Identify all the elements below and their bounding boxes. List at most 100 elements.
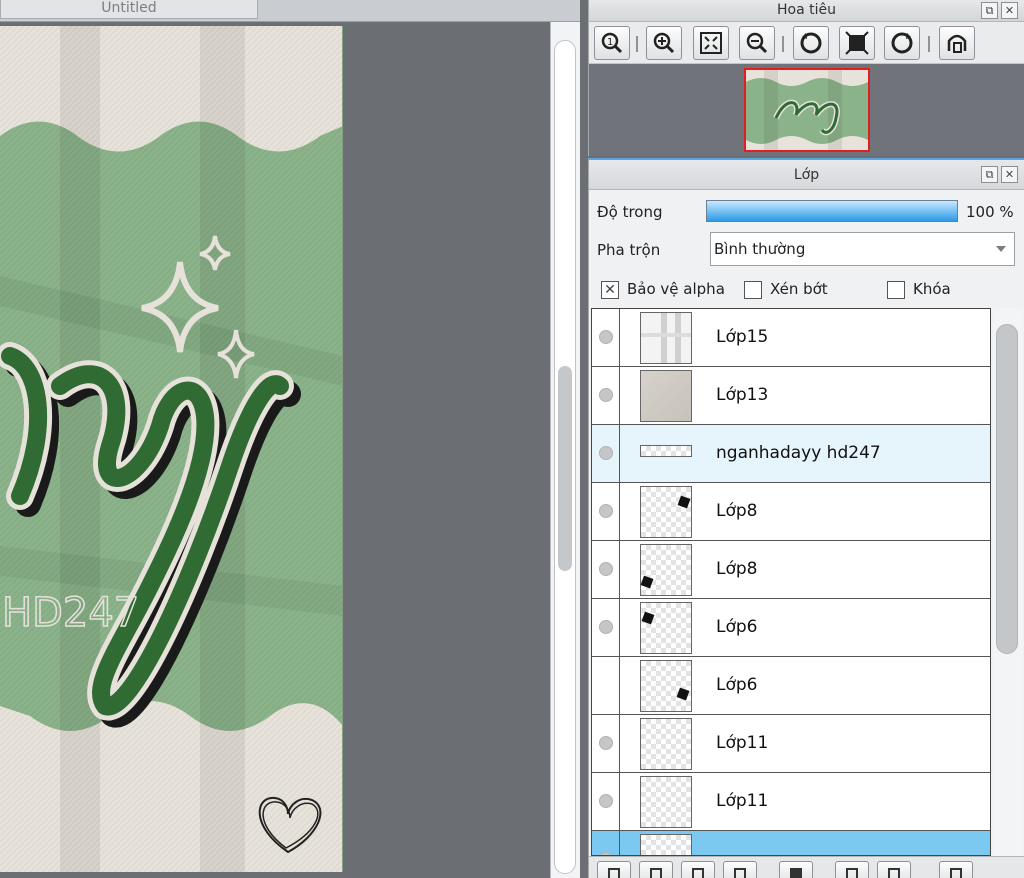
navigator-thumbnail[interactable]	[744, 68, 870, 152]
blend-mode-label: Pha trộn	[597, 241, 661, 259]
merge-layer-button[interactable]	[877, 861, 911, 878]
layer-row[interactable]: Lớp6	[592, 599, 990, 657]
rotate-left-button[interactable]	[793, 26, 829, 60]
layer-thumbnail	[640, 312, 692, 364]
layer-name: Lớp11	[716, 733, 769, 753]
layer-row[interactable]: Lớp11	[592, 715, 990, 773]
layer-thumbnail	[640, 602, 692, 654]
new-layer-icon	[608, 868, 620, 878]
visibility-eye-icon[interactable]	[599, 794, 613, 808]
duplicate-layer-button[interactable]	[835, 861, 869, 878]
opacity-slider[interactable]	[706, 200, 958, 222]
new-folder-button[interactable]	[779, 861, 813, 878]
chevron-down-icon	[996, 246, 1006, 252]
lock-label: Khóa	[913, 280, 951, 298]
layer-row[interactable]: Lớp15	[592, 309, 990, 367]
panel-detach-icon[interactable]: ⧉	[981, 2, 998, 19]
navigator-title: Hoa tiêu	[589, 0, 1024, 22]
layer-row[interactable]: Lớp8	[592, 541, 990, 599]
zoom-in-icon	[653, 32, 675, 54]
visibility-eye-icon[interactable]	[599, 330, 613, 344]
toolbar-separator	[928, 36, 930, 52]
row-divider	[619, 425, 620, 483]
canvas-scroll-track[interactable]	[554, 40, 576, 874]
layer-name: Lớp11	[716, 791, 769, 811]
blend-mode-select[interactable]: Bình thường	[710, 232, 1015, 266]
document-tab-bar: Untitled	[0, 0, 580, 22]
fit-canvas-button[interactable]	[839, 26, 875, 60]
zoom-in-button[interactable]	[646, 26, 682, 60]
row-divider	[619, 367, 620, 425]
protect-alpha-label: Bảo vệ alpha	[627, 280, 725, 298]
visibility-eye-icon[interactable]	[599, 562, 613, 576]
layer-list-scroll-thumb[interactable]	[996, 324, 1018, 654]
layer-name: Lớp8	[716, 501, 758, 521]
trash-icon	[950, 868, 962, 878]
rotate-right-button[interactable]	[884, 26, 920, 60]
navigator-panel: Hoa tiêu ⧉ ✕ 1	[588, 0, 1024, 156]
new-halftone-layer-button[interactable]	[681, 861, 715, 878]
actual-size-button[interactable]: 1	[594, 26, 630, 60]
row-divider	[619, 483, 620, 541]
rotate-left-icon	[800, 32, 822, 54]
panel-close-icon[interactable]: ✕	[1001, 166, 1018, 183]
opacity-value: 100 %	[966, 203, 1014, 221]
layer-thumbnail	[640, 486, 692, 538]
new-1bit-layer-button[interactable]	[723, 861, 757, 878]
visibility-eye-icon[interactable]	[599, 388, 613, 402]
visibility-eye-icon[interactable]	[599, 620, 613, 634]
layer-row[interactable]: Lớp11	[592, 773, 990, 831]
visibility-eye-icon[interactable]	[599, 504, 613, 518]
row-divider	[619, 773, 620, 831]
row-divider	[619, 309, 620, 367]
layer-thumbnail	[640, 660, 692, 712]
toolbar-separator	[636, 36, 638, 52]
layers-title: Lớp	[589, 160, 1024, 190]
opacity-label: Độ trong	[597, 203, 663, 221]
row-divider	[619, 599, 620, 657]
layer-row[interactable]: Lớp8	[592, 483, 990, 541]
layer-row-active[interactable]	[592, 831, 990, 855]
lock-checkbox[interactable]	[887, 281, 905, 299]
layer-name: Lớp13	[716, 385, 769, 405]
1bit-layer-icon	[734, 868, 746, 878]
rotate-right-icon	[891, 32, 913, 54]
protect-alpha-checkbox[interactable]: ✕	[601, 281, 619, 299]
blend-mode-value: Bình thường	[714, 240, 806, 258]
visibility-eye-icon[interactable]	[599, 736, 613, 750]
folder-icon	[790, 868, 802, 878]
layer-name: Lớp8	[716, 559, 758, 579]
delete-layer-button[interactable]	[939, 861, 973, 878]
canvas-scroll-thumb[interactable]	[558, 366, 572, 571]
svg-text:1: 1	[607, 37, 613, 48]
artwork-illustration: HD247	[0, 26, 342, 872]
fit-window-icon	[700, 32, 722, 54]
layer-list-scrollbar[interactable]	[993, 308, 1023, 856]
layer-thumbnail	[640, 445, 692, 457]
new-vector-layer-button[interactable]	[639, 861, 673, 878]
layer-thumbnail	[640, 544, 692, 596]
app-window: Untitled HD247 Hoa tiêu ⧉ ✕ 1 Lớp ⧉ ✕ Độ…	[0, 0, 1024, 878]
canvas-area[interactable]: Untitled HD247	[0, 0, 580, 878]
panel-detach-icon[interactable]: ⧉	[981, 166, 998, 183]
document-tab[interactable]: Untitled	[0, 0, 258, 19]
layer-row[interactable]: Lớp6	[592, 657, 990, 715]
clipping-checkbox[interactable]	[744, 281, 762, 299]
layer-thumbnail	[640, 718, 692, 770]
halftone-layer-icon	[692, 868, 704, 878]
zoom-out-button[interactable]	[739, 26, 775, 60]
layer-thumbnail	[640, 776, 692, 828]
layer-row[interactable]: nganhadayy hd247	[592, 425, 990, 483]
fit-window-button[interactable]	[693, 26, 729, 60]
flip-button[interactable]	[939, 26, 975, 60]
row-divider	[619, 715, 620, 773]
layer-row[interactable]: Lớp13	[592, 367, 990, 425]
navigator-preview-area[interactable]	[589, 64, 1024, 156]
canvas-vertical-scrollbar[interactable]	[550, 22, 580, 878]
panel-close-icon[interactable]: ✕	[1001, 2, 1018, 19]
new-layer-button[interactable]	[597, 861, 631, 878]
zoom-out-icon	[746, 32, 768, 54]
artwork-canvas[interactable]: HD247	[0, 26, 343, 872]
layers-panel: Lớp ⧉ ✕ Độ trong 100 % Pha trộn Bình thư…	[588, 158, 1024, 878]
visibility-eye-icon[interactable]	[599, 446, 613, 460]
